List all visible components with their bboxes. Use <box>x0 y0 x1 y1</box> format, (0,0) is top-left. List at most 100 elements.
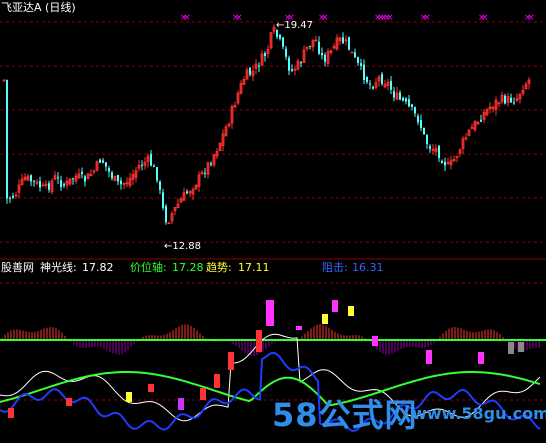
signal-block <box>266 300 274 326</box>
signal-block <box>228 352 234 370</box>
indicator-label-qushi: 趋势: <box>206 261 232 274</box>
candle-body <box>417 116 419 123</box>
candle-body <box>405 98 407 102</box>
indicator-name: 股善网 <box>1 261 34 274</box>
candle-body <box>360 63 362 66</box>
candle-body <box>162 192 164 209</box>
signal-marker: × <box>423 13 431 23</box>
candle-body <box>354 52 356 58</box>
signal-block <box>148 384 154 392</box>
candle-body <box>9 197 11 199</box>
signal-marker: × <box>386 13 394 23</box>
candle-body <box>441 161 443 164</box>
candle-body <box>423 127 425 135</box>
signal-block <box>126 392 132 402</box>
signal-block <box>66 398 72 406</box>
signal-block <box>508 342 514 354</box>
candle-body <box>420 120 422 128</box>
candle-body <box>57 177 59 179</box>
candle-body <box>429 146 431 149</box>
candle-body <box>357 57 359 63</box>
candle-body <box>285 48 287 57</box>
candle-body <box>117 174 119 182</box>
indicator-value-qushi: 17.11 <box>238 261 270 274</box>
indicator-label-jiawei: 价位轴: <box>130 261 167 274</box>
indicator-label-shenguang: 神光线: <box>40 261 77 274</box>
signal-block <box>214 374 220 388</box>
candle-body <box>165 206 167 223</box>
candle-body <box>6 79 8 199</box>
watermark-text: 58公式网 <box>272 396 418 434</box>
stock-title: 飞亚达A (日线) <box>1 1 76 14</box>
high-price-marker: ←19.47 <box>276 20 314 31</box>
candle-body <box>321 52 323 56</box>
candle-body <box>186 191 188 194</box>
indicator-value-shenguang: 17.82 <box>82 261 114 274</box>
candle-body <box>63 184 65 186</box>
signal-marker: × <box>183 13 191 23</box>
candle-body <box>408 99 410 107</box>
signal-block <box>348 306 354 316</box>
candle-body <box>348 36 350 50</box>
candle-body <box>141 164 143 166</box>
signal-block <box>200 388 206 400</box>
candle-body <box>249 67 251 75</box>
candle-body <box>48 183 50 190</box>
candle-body <box>72 178 74 180</box>
candle-body <box>156 167 158 181</box>
indicator-value-zuji: 16.31 <box>352 261 384 274</box>
candle-body <box>480 119 482 122</box>
low-price-marker: ←12.88 <box>164 241 202 252</box>
candle-body <box>33 180 35 182</box>
signal-marker: × <box>321 13 329 23</box>
candle-body <box>342 37 344 44</box>
signal-block <box>296 326 302 330</box>
candle-body <box>288 57 290 71</box>
candle-body <box>39 181 41 188</box>
candle-body <box>411 104 413 107</box>
signal-block <box>256 330 262 352</box>
candle-body <box>291 69 293 71</box>
candle-body <box>438 145 440 159</box>
candle-body <box>300 62 302 64</box>
candle-body <box>381 73 383 84</box>
candle-body <box>402 97 404 101</box>
candle-body <box>102 160 104 163</box>
candle-body <box>111 172 113 179</box>
signal-block <box>518 342 524 352</box>
signal-marker: × <box>235 13 243 23</box>
indicator-value-jiawei: 17.28 <box>172 261 204 274</box>
candle-body <box>264 53 266 56</box>
candle-body <box>372 86 374 89</box>
candle-body <box>282 37 284 47</box>
candle-body <box>426 135 428 145</box>
signal-block <box>372 336 378 346</box>
stock-chart-canvas[interactable]: ×× ×× ×× ×× ××××× ×× ×× ×× <box>0 0 546 443</box>
signal-block <box>8 408 14 418</box>
candle-body <box>108 167 110 172</box>
candle-body <box>366 77 368 83</box>
candle-body <box>12 195 14 198</box>
candle-body <box>159 181 161 190</box>
signal-block <box>178 398 184 410</box>
candle-body <box>279 34 281 39</box>
signal-block <box>478 352 484 364</box>
candle-body <box>30 175 32 182</box>
candle-body <box>210 163 212 165</box>
candle-body <box>120 180 122 185</box>
candle-body <box>150 154 152 166</box>
candle-body <box>393 91 395 98</box>
candle-body <box>414 107 416 114</box>
candle-body <box>504 95 506 104</box>
signal-block <box>332 300 338 312</box>
candle-body <box>258 65 260 67</box>
candle-body <box>399 92 401 100</box>
candle-body <box>363 64 365 80</box>
watermark-url: www.58gu.com <box>412 404 546 423</box>
candle-body <box>510 97 512 103</box>
candle-body <box>204 172 206 174</box>
signal-marker: × <box>527 13 535 23</box>
indicator-header: 股善网 神光线: 17.82 价位轴: 17.28 趋势: 17.11 阻击: … <box>0 261 546 275</box>
candle-body <box>369 83 371 85</box>
candle-body <box>513 102 515 104</box>
